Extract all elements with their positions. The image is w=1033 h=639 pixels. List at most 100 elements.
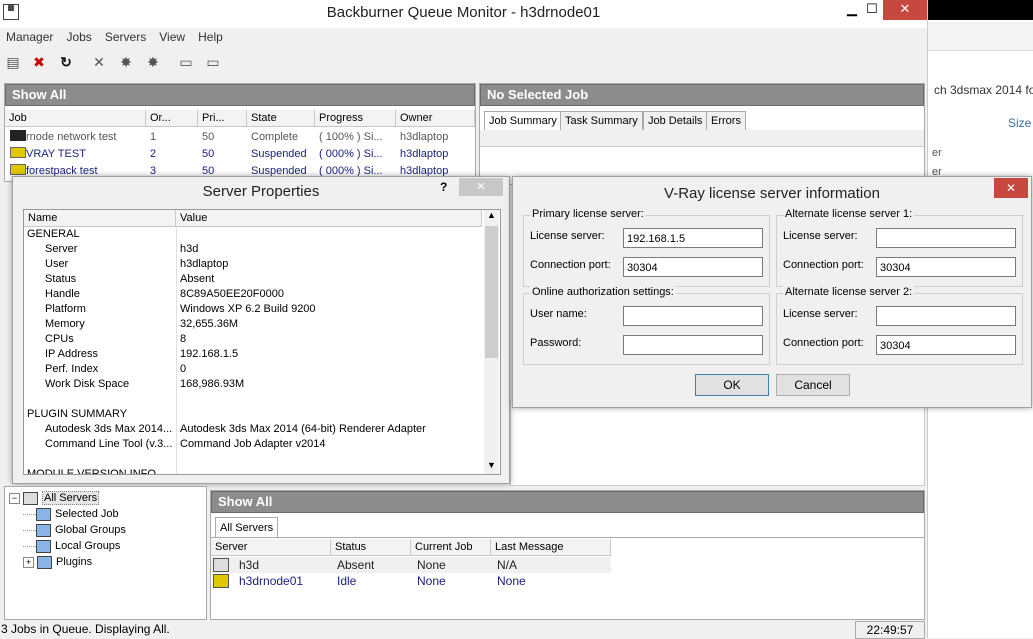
col-server[interactable]: Server bbox=[211, 539, 331, 555]
expand-icon[interactable]: + bbox=[23, 556, 34, 568]
user-name-field[interactable] bbox=[623, 306, 763, 326]
property-row[interactable]: Handle 8C89A50EE20F0000 bbox=[24, 287, 482, 302]
property-value: 192.168.1.5 bbox=[180, 348, 239, 360]
properties-scrollbar[interactable]: ▲ ▼ bbox=[484, 210, 499, 474]
job-icon bbox=[6, 129, 26, 145]
menu-manager[interactable]: Manager bbox=[6, 28, 53, 46]
server-last-message: N/A bbox=[497, 558, 518, 572]
help-button[interactable]: ? bbox=[440, 180, 447, 194]
job-detail-panel: No Selected Job Job Summary Task Summary… bbox=[479, 83, 925, 185]
col-priority[interactable]: Pri... bbox=[198, 110, 247, 126]
table-row[interactable]: rnode network test 1 50 Complete ( 100% … bbox=[5, 129, 475, 145]
password-field[interactable] bbox=[623, 335, 763, 355]
tree-item[interactable]: Global Groups bbox=[23, 522, 126, 538]
col-owner[interactable]: Owner bbox=[396, 110, 475, 126]
alternate2-license-group: Alternate license server 2: License serv… bbox=[776, 286, 1023, 365]
property-row[interactable]: User h3dlaptop bbox=[24, 257, 482, 272]
property-row[interactable]: Perf. Index 0 bbox=[24, 362, 482, 377]
scroll-thumb[interactable] bbox=[485, 226, 498, 358]
table-row[interactable]: VRAY TEST 2 50 Suspended ( 000% ) Si... … bbox=[5, 146, 475, 162]
property-name: PLUGIN SUMMARY bbox=[27, 408, 128, 420]
col-value[interactable]: Value bbox=[176, 210, 482, 226]
column-divider bbox=[176, 377, 177, 392]
col-job[interactable]: Job bbox=[5, 110, 146, 126]
alternate2-connection-port-field[interactable]: 30304 bbox=[876, 335, 1016, 355]
menu-jobs[interactable]: Jobs bbox=[66, 28, 91, 46]
col-name[interactable]: Name bbox=[24, 210, 176, 226]
delete-icon[interactable]: ✕ bbox=[89, 52, 109, 72]
cancel-button[interactable]: Cancel bbox=[776, 374, 850, 396]
property-name: Memory bbox=[45, 318, 85, 330]
property-value: 32,655.36M bbox=[180, 318, 239, 330]
scroll-up-icon[interactable]: ▲ bbox=[487, 210, 496, 220]
tab-task-summary[interactable]: Task Summary bbox=[560, 111, 643, 130]
col-order[interactable]: Or... bbox=[146, 110, 198, 126]
tree-item[interactable]: Selected Job bbox=[23, 506, 119, 522]
property-name: Platform bbox=[45, 303, 86, 315]
manager-icon[interactable]: ▤ bbox=[3, 52, 23, 72]
vray-close-button[interactable]: ✕ bbox=[994, 178, 1028, 198]
primary-license-title: Primary license server: bbox=[530, 208, 646, 220]
property-row[interactable] bbox=[24, 392, 482, 407]
alternate2-license-server-field[interactable] bbox=[876, 306, 1016, 326]
scroll-down-icon[interactable]: ▼ bbox=[487, 460, 496, 470]
property-row[interactable]: Status Absent bbox=[24, 272, 482, 287]
column-divider bbox=[176, 422, 177, 437]
alternate1-license-title: Alternate license server 1: bbox=[783, 208, 915, 220]
tab-job-details[interactable]: Job Details bbox=[643, 111, 708, 130]
monitor-icon-1[interactable]: ▭ bbox=[176, 52, 196, 72]
property-row[interactable]: IP Address 192.168.1.5 bbox=[24, 347, 482, 362]
property-value: 8C89A50EE20F0000 bbox=[180, 288, 284, 300]
property-value: Windows XP 6.2 Build 9200 bbox=[180, 303, 316, 315]
col-status[interactable]: Status bbox=[331, 539, 411, 555]
tree-item[interactable]: − All Servers bbox=[9, 490, 100, 506]
alternate1-license-server-field[interactable] bbox=[876, 228, 1016, 248]
property-row[interactable]: Platform Windows XP 6.2 Build 9200 bbox=[24, 302, 482, 317]
tree-item[interactable]: Local Groups bbox=[23, 538, 120, 554]
property-row[interactable]: Command Line Tool (v.3... Command Job Ada… bbox=[24, 437, 482, 452]
primary-license-server-field[interactable]: 192.168.1.5 bbox=[623, 228, 763, 248]
vray-license-dialog: V-Ray license server information ✕ Prima… bbox=[512, 176, 1032, 408]
col-progress[interactable]: Progress bbox=[315, 110, 396, 126]
tab-errors[interactable]: Errors bbox=[706, 111, 746, 130]
server-icon-2[interactable]: ✸ bbox=[143, 52, 163, 72]
col-state[interactable]: State bbox=[247, 110, 315, 126]
server-properties-close-button[interactable]: ✕ bbox=[459, 178, 503, 196]
disconnect-icon[interactable]: ✖ bbox=[29, 52, 49, 72]
menu-help[interactable]: Help bbox=[198, 28, 223, 46]
server-icon-1[interactable]: ✸ bbox=[116, 52, 136, 72]
tab-all-servers[interactable]: All Servers bbox=[215, 517, 279, 538]
tree-item-label: Plugins bbox=[56, 556, 93, 568]
collapse-icon[interactable]: − bbox=[9, 492, 20, 504]
column-divider bbox=[176, 302, 177, 317]
col-last-message[interactable]: Last Message bbox=[491, 539, 611, 555]
refresh-icon[interactable]: ↻ bbox=[56, 52, 76, 72]
col-current-job[interactable]: Current Job bbox=[411, 539, 491, 555]
menu-view[interactable]: View bbox=[159, 28, 185, 46]
background-window-text: er bbox=[932, 147, 942, 159]
ok-button[interactable]: OK bbox=[695, 374, 769, 396]
close-button[interactable]: ✕ bbox=[883, 0, 927, 20]
property-row[interactable]: Work Disk Space 168,986.93M bbox=[24, 377, 482, 392]
property-row[interactable]: Server h3d bbox=[24, 242, 482, 257]
property-row[interactable]: Memory 32,655.36M bbox=[24, 317, 482, 332]
menu-servers[interactable]: Servers bbox=[105, 28, 146, 46]
column-divider bbox=[176, 452, 177, 467]
tab-job-summary[interactable]: Job Summary bbox=[484, 111, 562, 130]
computer-icon bbox=[23, 491, 38, 505]
title-bar: ▦ Backburner Queue Monitor - h3drnode01 … bbox=[0, 0, 927, 28]
property-row[interactable]: Autodesk 3ds Max 2014... Autodesk 3ds Max… bbox=[24, 422, 482, 437]
table-row[interactable]: h3d Absent None N/A bbox=[211, 557, 611, 573]
property-row[interactable]: MODULE VERSION INFO bbox=[24, 467, 482, 474]
alternate1-license-group: Alternate license server 1: License serv… bbox=[776, 208, 1023, 287]
background-window-size-header: Size bbox=[1008, 116, 1032, 130]
property-row[interactable]: PLUGIN SUMMARY bbox=[24, 407, 482, 422]
alternate1-connection-port-field[interactable]: 30304 bbox=[876, 257, 1016, 277]
property-row[interactable]: GENERAL bbox=[24, 227, 482, 242]
monitor-icon-2[interactable]: ▭ bbox=[203, 52, 223, 72]
primary-connection-port-field[interactable]: 30304 bbox=[623, 257, 763, 277]
table-row[interactable]: h3drnode01 Idle None None bbox=[211, 573, 611, 589]
tree-item[interactable]: + Plugins bbox=[23, 554, 92, 570]
property-row[interactable]: CPUs 8 bbox=[24, 332, 482, 347]
property-row[interactable] bbox=[24, 452, 482, 467]
